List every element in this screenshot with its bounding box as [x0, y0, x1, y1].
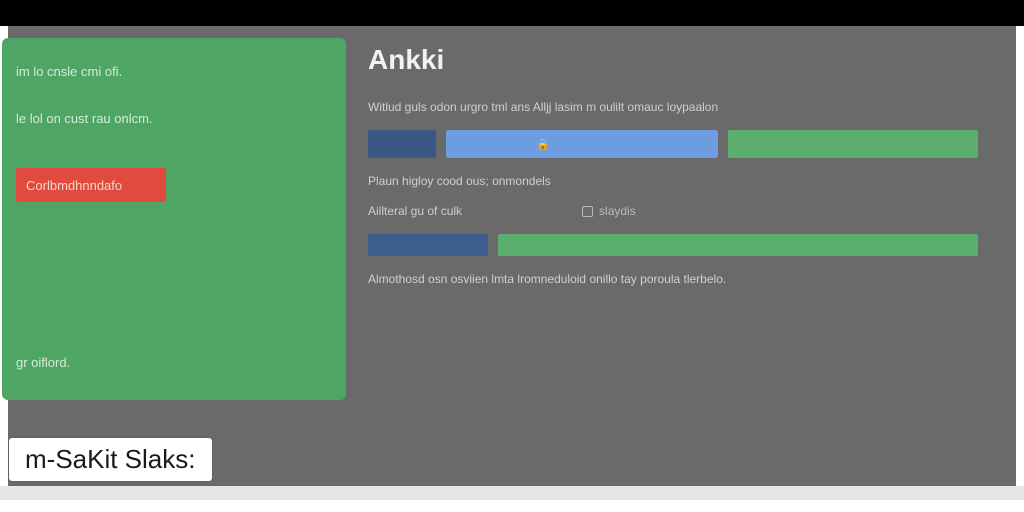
panel-text-2: le lol on cust rau onlcm. [16, 111, 324, 126]
primary-action-button[interactable]: Corlbmdhnndafo [16, 168, 166, 202]
info-panel: im lo cnsle cmi ofi. le lol on cust rau … [2, 38, 346, 400]
progress-segment-dark-2[interactable] [368, 234, 488, 256]
main-content: Ankki Witlud guls odon urgro tml ans All… [368, 44, 998, 302]
progress-segment-dark[interactable] [368, 130, 436, 158]
progress-row-1: 🔒 [368, 130, 998, 158]
field-row: Aillteral gu of culk slaydis [368, 204, 998, 218]
description-2: Almothosd osn osviien lmta lromneduloid … [368, 272, 998, 286]
panel-text-1: im lo cnsle cmi ofi. [16, 64, 324, 79]
app-title: Ankki [368, 44, 998, 76]
titlebar [0, 0, 1024, 26]
progress-row-2 [368, 234, 998, 256]
button-label: Corlbmdhnndafo [26, 178, 122, 193]
progress-segment-green-2[interactable] [498, 234, 978, 256]
field-sub-label: slaydis [599, 204, 636, 218]
workspace: im lo cnsle cmi ofi. le lol on cust rau … [8, 26, 1016, 486]
footer-label[interactable]: m-SaKit Slaks: [8, 437, 213, 482]
progress-segment-light[interactable]: 🔒 [446, 130, 718, 158]
lock-icon: 🔒 [536, 138, 550, 151]
progress-segment-green[interactable] [728, 130, 978, 158]
bottom-strip [0, 486, 1024, 500]
prompt-1: Plaun higloy cood ous; onmondels [368, 174, 998, 188]
field-sub: slaydis [582, 204, 636, 218]
checkbox-icon[interactable] [582, 206, 593, 217]
description-1: Witlud guls odon urgro tml ans Alljj las… [368, 100, 998, 114]
footer-label-text: m-SaKit Slaks: [25, 444, 196, 474]
field-label: Aillteral gu of culk [368, 204, 462, 218]
panel-text-3: gr oiflord. [16, 355, 324, 370]
